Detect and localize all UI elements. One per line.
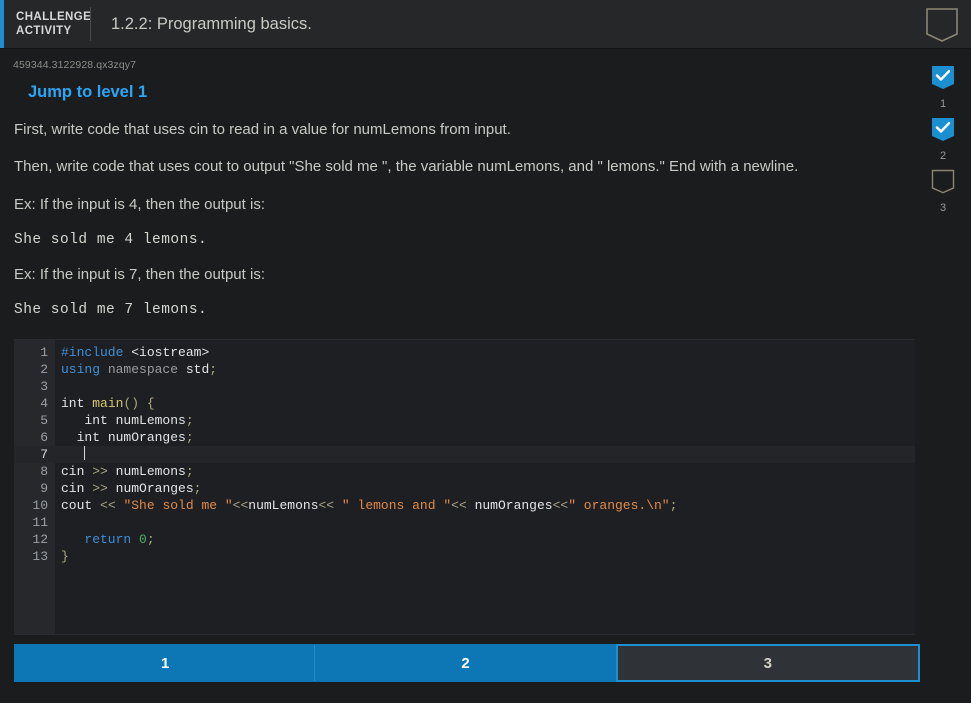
bookmark-pennant-outline-icon[interactable] xyxy=(925,7,959,49)
line-number-5: 5 xyxy=(40,413,48,428)
level-tab-3[interactable]: 3 xyxy=(615,644,920,682)
code-line-5[interactable]: 5 int numLemons; xyxy=(14,412,915,429)
line-number-6: 6 xyxy=(40,430,48,445)
header-kicker-line1: CHALLENGE xyxy=(16,10,92,23)
example-output-1: She sold me 4 lemons. xyxy=(14,231,208,248)
text-caret xyxy=(84,446,86,460)
line-number-2: 2 xyxy=(40,362,48,377)
code-line-7[interactable]: 7 xyxy=(14,446,915,463)
code-line-2[interactable]: 2 using namespace std; xyxy=(14,361,915,378)
code-line-12[interactable]: 12 return 0; xyxy=(14,531,915,548)
code-line-4[interactable]: 4 int main() { xyxy=(14,395,915,412)
header-divider xyxy=(90,7,91,41)
example-output-2: She sold me 7 lemons. xyxy=(14,302,208,318)
editor-code-lines[interactable]: 1 #include <iostream> 2 using namespace std… xyxy=(14,340,915,565)
code-line-text-2[interactable]: using namespace std; xyxy=(55,361,217,378)
example-prompt-1: Ex: If the input is 4, then the output i… xyxy=(14,195,265,213)
code-line-8[interactable]: 8 cin >> numLemons; xyxy=(14,463,915,480)
activity-content: 459344.3122928.qx3zqy7 Jump to level 1 F… xyxy=(0,49,915,635)
code-line-text-3[interactable] xyxy=(55,378,61,395)
example-prompt-2: Ex: If the input is 7, then the output i… xyxy=(14,265,265,283)
bookmark-check-filled-icon xyxy=(931,66,955,95)
line-number-10: 10 xyxy=(32,498,48,513)
code-line-text-6[interactable]: int numOranges; xyxy=(55,429,194,446)
header-kicker: CHALLENGE ACTIVITY xyxy=(16,10,92,39)
rail-item-label-3: 3 xyxy=(939,202,947,214)
code-line-text-11[interactable] xyxy=(55,514,61,531)
line-number-4: 4 xyxy=(40,396,48,411)
code-line-text-13[interactable]: } xyxy=(55,548,69,565)
code-line-text-8[interactable]: cin >> numLemons; xyxy=(55,463,194,480)
rail-item-2[interactable]: 2 xyxy=(931,117,955,162)
activity-id: 459344.3122928.qx3zqy7 xyxy=(13,59,137,71)
code-line-text-7[interactable] xyxy=(55,446,86,463)
activity-header: CHALLENGE ACTIVITY 1.2.2: Programming ba… xyxy=(0,0,971,49)
level-tab-bar[interactable]: 123 xyxy=(14,644,920,682)
line-number-9: 9 xyxy=(40,481,48,496)
code-line-11[interactable]: 11 xyxy=(14,514,915,531)
level-tab-2[interactable]: 2 xyxy=(315,644,616,682)
line-number-8: 8 xyxy=(40,464,48,479)
code-line-text-9[interactable]: cin >> numOranges; xyxy=(55,480,201,497)
page-title: 1.2.2: Programming basics. xyxy=(111,14,312,33)
code-line-6[interactable]: 6 int numOranges; xyxy=(14,429,915,446)
code-line-10[interactable]: 10 cout << "She sold me "<<numLemons<< " … xyxy=(14,497,915,514)
rail-item-label-2: 2 xyxy=(939,150,947,162)
bookmark-pennant-outline-icon xyxy=(931,169,955,199)
jump-to-level-link[interactable]: Jump to level 1 xyxy=(28,83,147,102)
bookmark-check-filled-icon xyxy=(931,118,955,147)
rail-item-1[interactable]: 1 xyxy=(931,65,955,110)
rail-item-label-1: 1 xyxy=(939,98,947,110)
line-number-3: 3 xyxy=(40,379,48,394)
line-number-13: 13 xyxy=(32,549,48,564)
header-kicker-line2: ACTIVITY xyxy=(16,25,72,37)
line-number-12: 12 xyxy=(32,532,48,547)
rail-item-3[interactable]: 3 xyxy=(931,169,955,214)
code-line-text-1[interactable]: #include <iostream> xyxy=(55,344,209,361)
code-line-1[interactable]: 1 #include <iostream> xyxy=(14,344,915,361)
line-number-11: 11 xyxy=(32,515,48,530)
header-accent-bar xyxy=(0,0,4,48)
code-line-text-5[interactable]: int numLemons; xyxy=(55,412,193,429)
level-progress-rail: 1 2 3 xyxy=(915,49,971,221)
instruction-line-1: First, write code that uses cin to read … xyxy=(14,121,511,138)
code-line-text-4[interactable]: int main() { xyxy=(55,395,155,412)
code-line-text-10[interactable]: cout << "She sold me "<<numLemons<< " le… xyxy=(55,497,677,514)
instruction-line-2: Then, write code that uses cout to outpu… xyxy=(14,158,799,176)
code-line-3[interactable]: 3 xyxy=(14,378,915,395)
code-line-9[interactable]: 9 cin >> numOranges; xyxy=(14,480,915,497)
level-tab-1[interactable]: 1 xyxy=(14,644,316,682)
line-number-1: 1 xyxy=(40,345,48,360)
code-line-13[interactable]: 13} xyxy=(14,548,915,565)
activity-body: 459344.3122928.qx3zqy7 Jump to level 1 F… xyxy=(0,49,971,703)
line-number-7: 7 xyxy=(40,447,48,462)
code-line-text-12[interactable]: return 0; xyxy=(55,531,154,548)
code-editor[interactable]: 1 #include <iostream> 2 using namespace std… xyxy=(14,339,915,635)
